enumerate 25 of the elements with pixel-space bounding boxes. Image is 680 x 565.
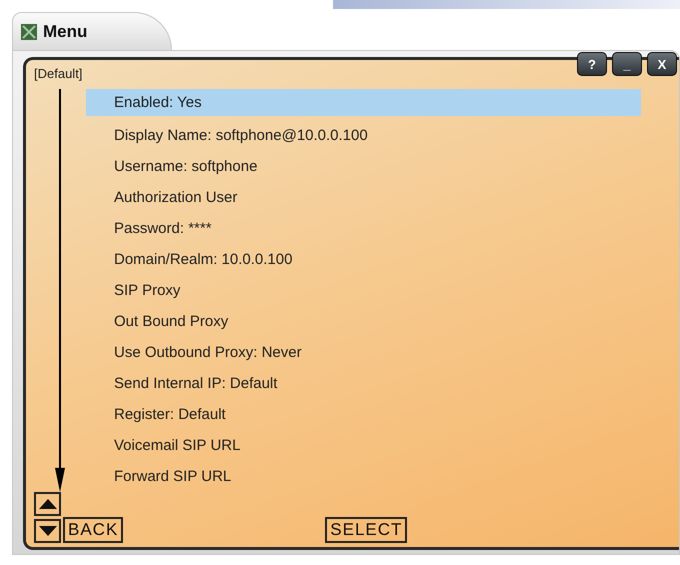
menu-item[interactable]: Use Outbound Proxy: Never: [86, 337, 641, 368]
back-button[interactable]: BACK: [63, 517, 124, 543]
minimize-button[interactable]: _: [612, 52, 642, 76]
close-button[interactable]: X: [647, 52, 677, 76]
scroll-up-button[interactable]: [34, 492, 61, 516]
menu-item[interactable]: Domain/Realm: 10.0.0.100: [86, 244, 641, 275]
help-button[interactable]: ?: [577, 52, 607, 76]
window-title: Menu: [43, 22, 88, 42]
menu-item[interactable]: Forward SIP URL: [86, 461, 641, 492]
menu-item[interactable]: Display Name: softphone@10.0.0.100: [86, 120, 641, 151]
app-icon: [21, 24, 37, 40]
menu-item[interactable]: Enabled: Yes: [86, 89, 641, 116]
menu-item[interactable]: Send Internal IP: Default: [86, 368, 641, 399]
menu-item[interactable]: Username: softphone: [86, 151, 641, 182]
menu-item[interactable]: SIP Proxy: [86, 275, 641, 306]
profile-label: [Default]: [34, 66, 82, 81]
triangle-down-icon: [38, 526, 56, 536]
scroll-down-button[interactable]: [34, 519, 61, 543]
menu-item[interactable]: Voicemail SIP URL: [86, 430, 641, 461]
menu-item[interactable]: Register: Default: [86, 399, 641, 430]
triangle-up-icon: [38, 499, 56, 509]
select-button[interactable]: SELECT: [325, 517, 408, 543]
menu-item[interactable]: Password: ****: [86, 213, 641, 244]
menu-item[interactable]: Authorization User: [86, 182, 641, 213]
menu-item[interactable]: Out Bound Proxy: [86, 306, 641, 337]
